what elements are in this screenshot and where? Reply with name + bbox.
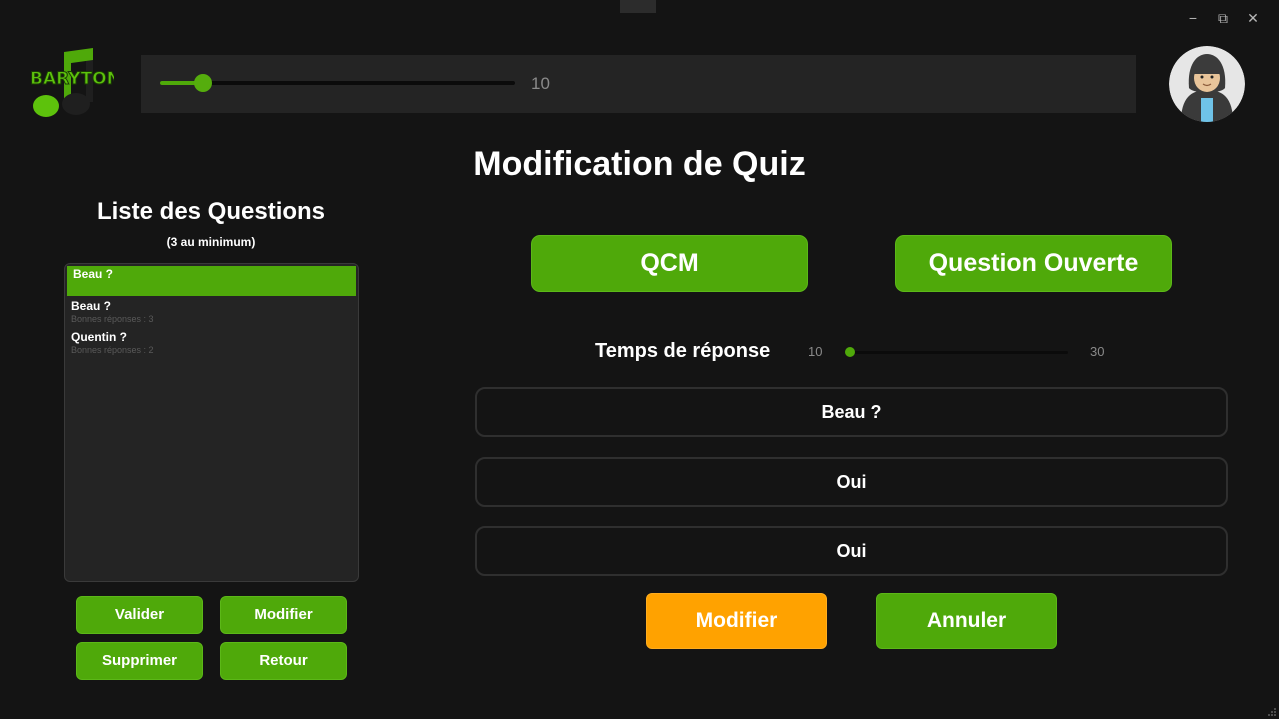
list-item[interactable]: Beau ? <box>67 266 356 296</box>
maximize-button[interactable]: ⧉ <box>1212 8 1234 28</box>
modify-button[interactable]: Modifier <box>646 593 827 649</box>
response-time-knob[interactable] <box>845 347 855 357</box>
question-list-title: Liste des Questions <box>96 198 326 225</box>
response-time-max: 30 <box>1090 344 1105 359</box>
answer-field-2[interactable] <box>475 526 1228 576</box>
question-correct-count: Bonnes réponses : 2 <box>71 345 154 355</box>
app-window: − ⧉ ✕ BARYTON 10 Modification de Quiz Li… <box>0 0 1279 719</box>
response-time-min: 10 <box>808 344 823 359</box>
question-name: Beau ? <box>73 267 114 281</box>
qcm-button[interactable]: QCM <box>531 235 808 292</box>
close-button[interactable]: ✕ <box>1242 8 1264 28</box>
resize-grip-icon[interactable] <box>1266 706 1276 716</box>
delete-button[interactable]: Supprimer <box>76 642 203 680</box>
question-list-subtitle: (3 au minimum) <box>166 235 256 249</box>
volume-slider[interactable] <box>160 74 515 92</box>
question-name: Quentin ? <box>71 330 127 344</box>
volume-value: 10 <box>531 74 550 93</box>
open-question-button[interactable]: Question Ouverte <box>895 235 1172 292</box>
question-correct-count: Bonnes réponses : 3 <box>71 314 154 324</box>
modify-question-button[interactable]: Modifier <box>220 596 347 634</box>
question-field[interactable] <box>475 387 1228 437</box>
baryton-logo: BARYTON <box>28 46 121 122</box>
cancel-button[interactable]: Annuler <box>876 593 1057 649</box>
minimize-button[interactable]: − <box>1182 8 1204 28</box>
volume-bar: 10 <box>141 55 1136 113</box>
question-name: Beau ? <box>71 299 112 313</box>
answer-field-1[interactable] <box>475 457 1228 507</box>
page-title: Modification de Quiz <box>473 145 806 183</box>
validate-button[interactable]: Valider <box>76 596 203 634</box>
question-list[interactable]: Beau ? Beau ? Bonnes réponses : 3 Quenti… <box>64 263 359 582</box>
window-drag-handle[interactable] <box>620 0 656 13</box>
response-time-label: Temps de réponse <box>595 340 771 362</box>
list-item[interactable]: Quentin ? Bonnes réponses : 2 <box>65 330 358 361</box>
logo-text: BARYTON <box>30 69 114 89</box>
response-time-slider[interactable] <box>845 347 1068 357</box>
user-avatar[interactable] <box>1169 46 1245 122</box>
list-item[interactable]: Beau ? Bonnes réponses : 3 <box>65 299 358 330</box>
back-button[interactable]: Retour <box>220 642 347 680</box>
volume-knob[interactable] <box>193 74 212 92</box>
